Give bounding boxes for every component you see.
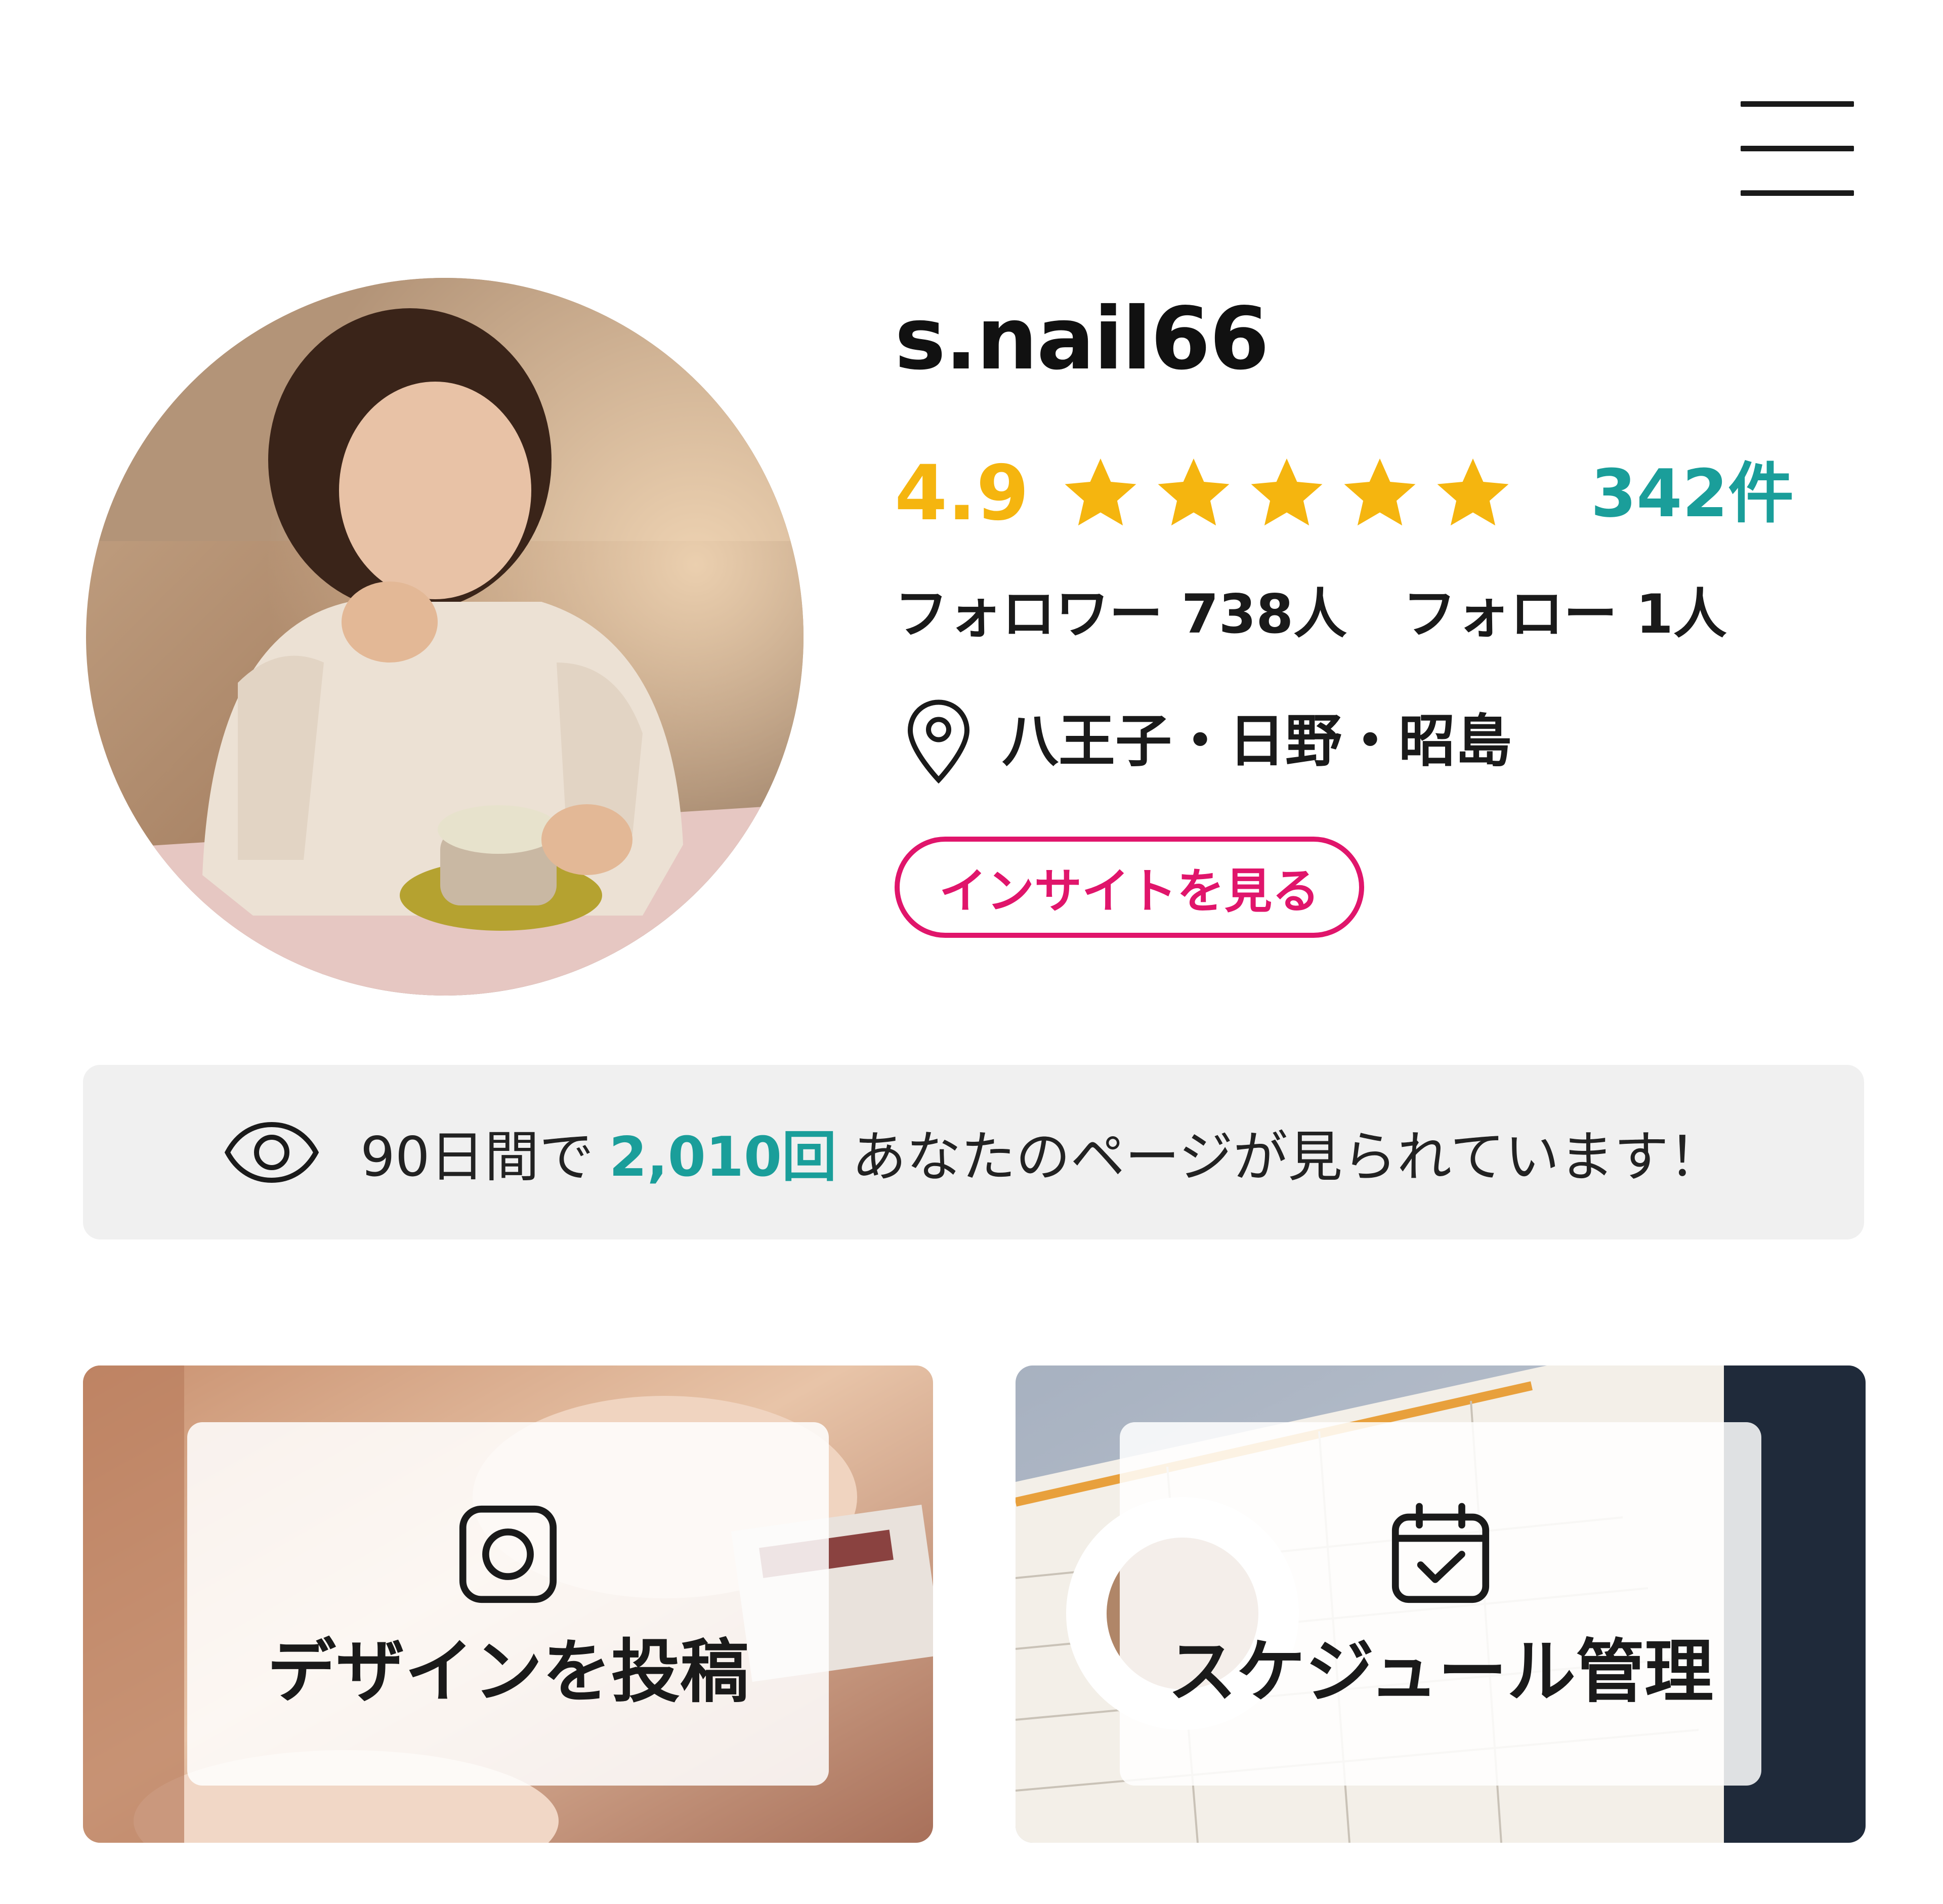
star-icon	[1437, 458, 1509, 526]
star-icon	[1344, 458, 1416, 526]
page-views-banner: 90日間で 2,010回 あなたのページが見られています！	[83, 1065, 1864, 1239]
calendar-check-icon	[1391, 1503, 1490, 1603]
location-row: 八王子・日野・昭島	[906, 698, 1512, 784]
star-icon	[1158, 458, 1230, 526]
menu-bar	[1741, 146, 1854, 151]
eye-icon	[224, 1122, 319, 1183]
schedule-card[interactable]: スケジュール管理	[1016, 1365, 1866, 1843]
rating-row: 4.9 342件	[895, 450, 1794, 536]
schedule-panel: スケジュール管理	[1120, 1422, 1761, 1786]
review-count-link[interactable]: 342件	[1591, 461, 1794, 526]
hamburger-menu-icon[interactable]	[1741, 101, 1857, 197]
post-design-card[interactable]: デザインを投稿	[83, 1365, 933, 1843]
star-icon	[1251, 458, 1323, 526]
view-insights-button[interactable]: インサイトを見る	[895, 837, 1364, 938]
location-text: 八王子・日野・昭島	[1002, 709, 1512, 774]
location-pin-icon	[907, 699, 970, 784]
views-count: 2,010回	[609, 1125, 837, 1189]
schedule-label: スケジュール管理	[1167, 1632, 1714, 1712]
post-design-panel: デザインを投稿	[187, 1422, 829, 1786]
views-suffix: あなたのページが見られています！	[852, 1125, 1723, 1189]
star-icon	[1065, 458, 1136, 526]
follow-stats: フォロワー 738人 フォロー 1人	[895, 582, 1727, 646]
views-text: 90日間で 2,010回 あなたのページが見られています！	[360, 1113, 1723, 1192]
views-prefix: 90日間で	[360, 1125, 594, 1189]
following-count[interactable]: フォロー 1人	[1403, 582, 1727, 646]
menu-bar	[1741, 101, 1854, 107]
rating-value: 4.9	[895, 449, 1029, 537]
post-design-label: デザインを投稿	[267, 1632, 749, 1712]
rating-stars	[1059, 453, 1515, 533]
avatar[interactable]	[86, 278, 804, 996]
menu-bar	[1741, 190, 1854, 196]
followers-count[interactable]: フォロワー 738人	[895, 582, 1347, 646]
camera-post-icon	[459, 1505, 557, 1603]
username: s.nail66	[895, 289, 1270, 389]
